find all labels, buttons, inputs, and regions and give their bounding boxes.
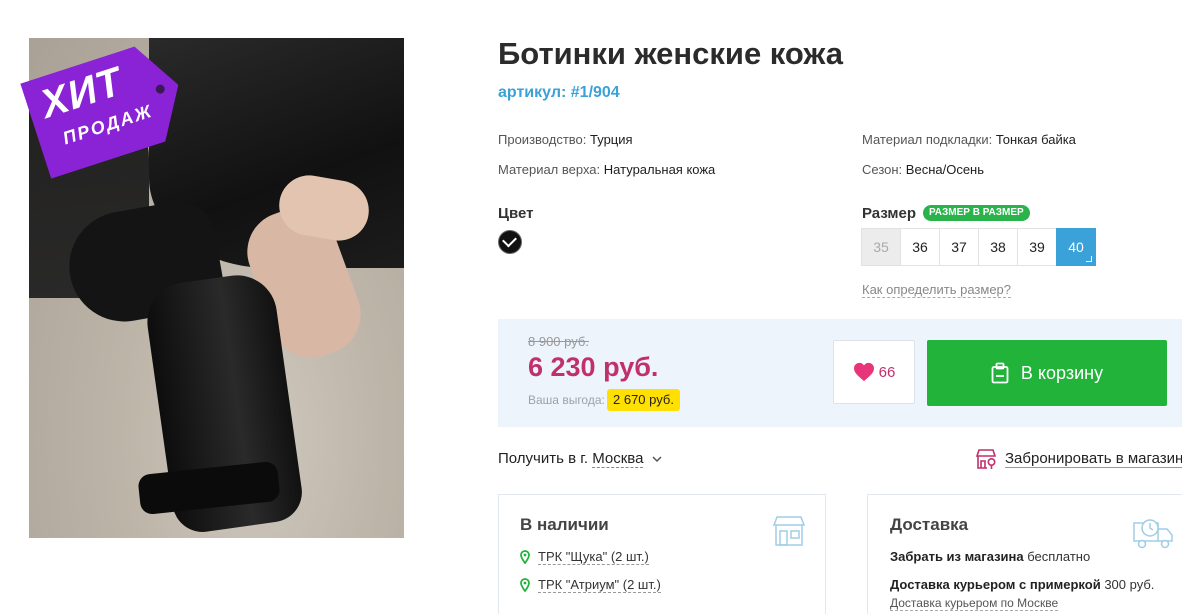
shopping-bag-icon — [991, 362, 1009, 384]
cart-button-label: В корзину — [1020, 362, 1104, 383]
true-to-size-badge: РАЗМЕР В РАЗМЕР — [923, 205, 1030, 221]
delivery-prefix: Получить в г. — [498, 450, 589, 467]
check-icon — [502, 232, 517, 248]
current-price: 6 230 руб. — [528, 352, 659, 382]
size-option-35[interactable]: 35 — [861, 228, 901, 266]
size-label: Размер — [862, 205, 917, 222]
location-pin-icon — [520, 578, 530, 592]
add-to-cart-button[interactable]: В корзину — [927, 340, 1167, 406]
shipping-card: Доставка Забрать из магазина бесплатно Д… — [867, 494, 1182, 614]
size-help-link[interactable]: Как определить размер? — [862, 282, 1012, 298]
delivery-truck-icon — [1133, 519, 1173, 549]
attr-lining-material: Материал подкладки: Тонкая байка — [862, 132, 1076, 147]
delivery-city-selector[interactable]: Получить в г. Москва — [498, 450, 662, 468]
shipping-option-price: бесплатно — [1023, 549, 1091, 564]
shipping-option-name: Забрать из магазина — [890, 549, 1024, 564]
delivery-city[interactable]: Москва — [592, 450, 644, 468]
size-option-39[interactable]: 39 — [1017, 228, 1057, 266]
availability-title: В наличии — [520, 515, 609, 534]
shipping-option-price: 300 руб. — [1100, 577, 1155, 592]
shipping-option-pickup: Забрать из магазина бесплатно — [890, 549, 1090, 564]
shipping-option-name: Доставка курьером с примеркой — [890, 577, 1101, 592]
attr-label: Материал подкладки: — [862, 132, 993, 147]
size-option-38[interactable]: 38 — [978, 228, 1018, 266]
size-option-36[interactable]: 36 — [900, 228, 940, 266]
color-swatch-black[interactable] — [499, 231, 521, 253]
attr-label: Материал верха: — [498, 162, 601, 177]
reserve-label: Забронировать в магазине — [1005, 450, 1182, 468]
store-name: ТРК "Щука" (2 шт.) — [538, 549, 649, 565]
chevron-down-icon — [652, 456, 662, 463]
attr-season: Сезон: Весна/Осень — [862, 162, 984, 177]
store-item[interactable]: ТРК "Щука" (2 шт.) — [520, 549, 649, 565]
product-title: Ботинки женские кожа — [498, 36, 844, 71]
attr-value: Натуральная кожа — [603, 162, 716, 177]
shipping-option-name: Доставка курьером по Москве — [890, 596, 1059, 610]
product-article: артикул: #1/904 — [498, 84, 620, 101]
attr-value: Весна/Осень — [905, 162, 985, 177]
store-item[interactable]: ТРК "Атриум" (2 шт.) — [520, 577, 661, 593]
attr-value: Тонкая байка — [995, 132, 1076, 147]
location-pin-icon — [520, 550, 530, 564]
size-option-37[interactable]: 37 — [939, 228, 979, 266]
availability-card: В наличии ТРК "Щука" (2 шт.) ТРК "Атриум… — [498, 494, 826, 614]
color-label: Цвет — [498, 205, 534, 222]
favorite-button[interactable]: 66 — [833, 340, 915, 404]
shipping-title: Доставка — [890, 515, 969, 534]
reserve-in-store-link[interactable]: Забронировать в магазине — [975, 448, 1182, 470]
size-option-40[interactable]: 40 — [1056, 228, 1096, 266]
old-price: 8 900 руб. — [528, 334, 589, 349]
savings-value: 2 670 руб. — [607, 389, 680, 411]
size-selector: 35 36 37 38 39 40 — [861, 228, 1096, 266]
store-reserve-icon — [975, 449, 997, 469]
size-option-label: 40 — [1068, 239, 1084, 255]
attr-upper-material: Материал верха: Натуральная кожа — [498, 162, 715, 177]
savings-label: Ваша выгода: — [528, 393, 605, 407]
selected-corner-icon — [1086, 256, 1092, 262]
store-name: ТРК "Атриум" (2 шт.) — [538, 577, 661, 593]
shipping-option-courier-fitting: Доставка курьером с примеркой 300 руб. — [890, 577, 1154, 592]
badge-hole-icon — [155, 83, 166, 94]
attr-label: Производство: — [498, 132, 587, 147]
attr-production: Производство: Турция — [498, 132, 633, 147]
attr-value: Турция — [590, 132, 633, 147]
favorite-count: 66 — [878, 363, 896, 381]
heart-icon — [853, 362, 874, 382]
attr-label: Сезон: — [862, 162, 903, 177]
store-building-icon — [772, 516, 806, 546]
